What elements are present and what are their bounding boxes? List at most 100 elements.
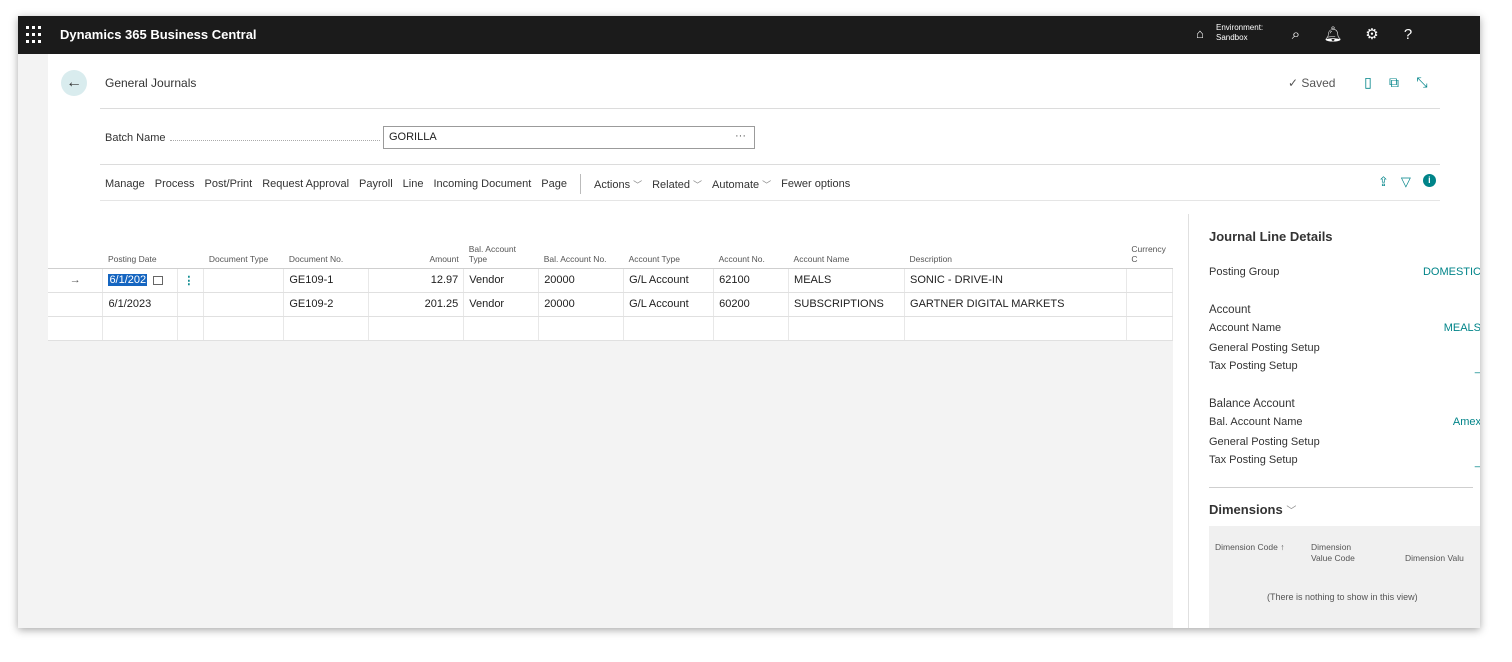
col-amount[interactable]: Amount [368,214,464,269]
bal-gen-posting-setup-label: General Posting Setup [1209,436,1320,448]
menu-related[interactable]: Related ﹀ [652,178,702,191]
gen-posting-setup-row: General Posting Setup [1209,342,1473,354]
posting-date-cell[interactable]: 6/1/202 [102,268,179,293]
filter-icon[interactable]: ▽ [1401,174,1411,190]
amount-cell[interactable]: 201.25 [368,292,465,317]
col-bal-account-no[interactable]: Bal. Account No. [538,214,624,269]
description-cell[interactable]: GARTNER DIGITAL MARKETS [904,292,1127,317]
col-document-type[interactable]: Document Type [203,214,284,269]
pane-title: Journal Line Details [1209,229,1333,244]
currency-cell[interactable] [1126,292,1174,317]
amount-cell[interactable]: 12.97 [368,268,465,293]
action-page[interactable]: Page [541,178,567,190]
action-line[interactable]: Line [403,178,424,190]
account-name-cell[interactable]: MEALS [788,268,906,293]
open-new-window-icon[interactable]: ⧉ [1384,72,1404,92]
top-bar: Dynamics 365 Business Central ⌂ Environm… [18,16,1480,54]
more-options-icon[interactable]: ⋮ [183,275,194,287]
gear-icon[interactable]: ⚙ [1362,25,1382,45]
account-name-cell[interactable] [788,316,906,341]
menu-automate[interactable]: Automate ﹀ [712,178,771,191]
account-type-cell[interactable]: G/L Account [623,292,715,317]
menu-related-label: Related [652,178,691,191]
account-type-cell[interactable] [623,316,715,341]
description-cell[interactable]: SONIC - DRIVE-IN [904,268,1127,293]
info-icon[interactable]: i [1422,174,1436,187]
description-cell[interactable] [904,316,1127,341]
currency-cell[interactable] [1126,268,1174,293]
fewer-options-button[interactable]: Fewer options [781,178,850,190]
document-no-cell[interactable] [283,316,370,341]
document-no-cell[interactable]: GE109-2 [283,292,370,317]
action-request-approval[interactable]: Request Approval [262,178,349,190]
col-bal-account-type[interactable]: Bal. Account Type [463,214,539,269]
account-no-cell[interactable]: 60200 [713,292,790,317]
calendar-icon[interactable] [153,275,164,285]
account-no-cell[interactable]: 62100 [713,268,790,293]
col-row-menu [177,214,204,269]
bal-tax-posting-setup-value[interactable]: _ [1475,456,1480,468]
document-type-cell[interactable] [203,292,285,317]
share-icon[interactable]: ⇪ [1378,174,1389,190]
col-document-no[interactable]: Document No. [283,214,369,269]
account-name-cell[interactable]: SUBSCRIPTIONS [788,292,906,317]
posting-group-value[interactable]: DOMESTIC [1423,266,1480,278]
col-currency[interactable]: Currency C [1126,214,1173,269]
dim-col-code[interactable]: Dimension Code ↑ [1215,542,1285,553]
bal-account-no-cell[interactable]: 20000 [538,268,625,293]
document-no-cell[interactable]: GE109-1 [283,268,370,293]
row-menu-cell[interactable]: ⋮ [177,268,205,293]
table-row[interactable]: 6/1/2023 GE109-2 201.25 Vendor 20000 G/L… [48,292,1174,317]
account-name-value[interactable]: MEALS [1444,322,1480,334]
action-process[interactable]: Process [155,178,195,190]
col-description[interactable]: Description [904,214,1127,269]
empty-new-row[interactable] [48,316,1174,341]
table-row[interactable]: → 6/1/202 ⋮ GE109-1 12.97 Vendor 20000 G… [48,268,1174,293]
col-account-no[interactable]: Account No. [713,214,789,269]
bal-account-no-cell[interactable] [538,316,625,341]
col-account-name[interactable]: Account Name [788,214,905,269]
amount-cell[interactable] [368,316,465,341]
action-manage[interactable]: Manage [105,178,145,190]
search-icon[interactable]: ⌕ [1286,25,1306,45]
app-launcher-icon[interactable] [26,26,44,44]
help-icon[interactable]: ? [1398,25,1418,45]
app-title[interactable]: Dynamics 365 Business Central [60,27,257,42]
col-account-type[interactable]: Account Type [623,214,714,269]
document-type-cell[interactable] [203,268,285,293]
bell-icon[interactable]: 🔔︎ [1323,25,1343,45]
bal-account-type-cell[interactable] [463,316,540,341]
document-type-cell[interactable] [203,316,285,341]
dimensions-toggle[interactable]: Dimensions ﹀ [1209,502,1296,517]
chevron-down-icon: ﹀ [762,179,772,190]
environment-label: Environment: [1216,23,1264,32]
action-incoming-document[interactable]: Incoming Document [433,178,531,190]
posting-date-cell[interactable] [102,316,179,341]
environment-badge[interactable]: Environment: Sandbox [1216,23,1263,43]
bal-account-type-cell[interactable]: Vendor [463,268,540,293]
action-post-print[interactable]: Post/Print [205,178,253,190]
batch-lookup-icon[interactable]: ··· [735,130,746,142]
action-payroll[interactable]: Payroll [359,178,393,190]
menu-actions[interactable]: Actions ﹀ [594,178,642,191]
bal-account-no-cell[interactable]: 20000 [538,292,625,317]
grid-header-row: Posting Date Document Type Document No. … [48,214,1173,269]
col-posting-date[interactable]: Posting Date [102,214,178,269]
collapse-icon[interactable]: ⤡ [1412,72,1432,92]
batch-name-field[interactable]: GORILLA ··· [383,126,755,149]
row-menu-cell[interactable] [177,292,205,317]
row-selector-cell [48,316,104,341]
bal-account-name-value[interactable]: Amex [1453,416,1480,428]
dim-col-value-name[interactable]: Dimension Valu [1405,553,1464,564]
currency-cell[interactable] [1126,316,1174,341]
account-no-cell[interactable] [713,316,790,341]
tax-posting-setup-value[interactable]: _ [1475,362,1480,374]
bookmark-icon[interactable]: ▯ [1358,72,1378,92]
dim-col-value-code[interactable]: Dimension Value Code [1311,542,1371,564]
bal-account-type-cell[interactable]: Vendor [463,292,540,317]
back-arrow-icon[interactable]: ← [61,70,87,96]
row-menu-cell[interactable] [177,316,205,341]
account-type-cell[interactable]: G/L Account [623,268,715,293]
saved-status: ✓ Saved [1288,76,1336,90]
posting-date-cell[interactable]: 6/1/2023 [102,292,179,317]
